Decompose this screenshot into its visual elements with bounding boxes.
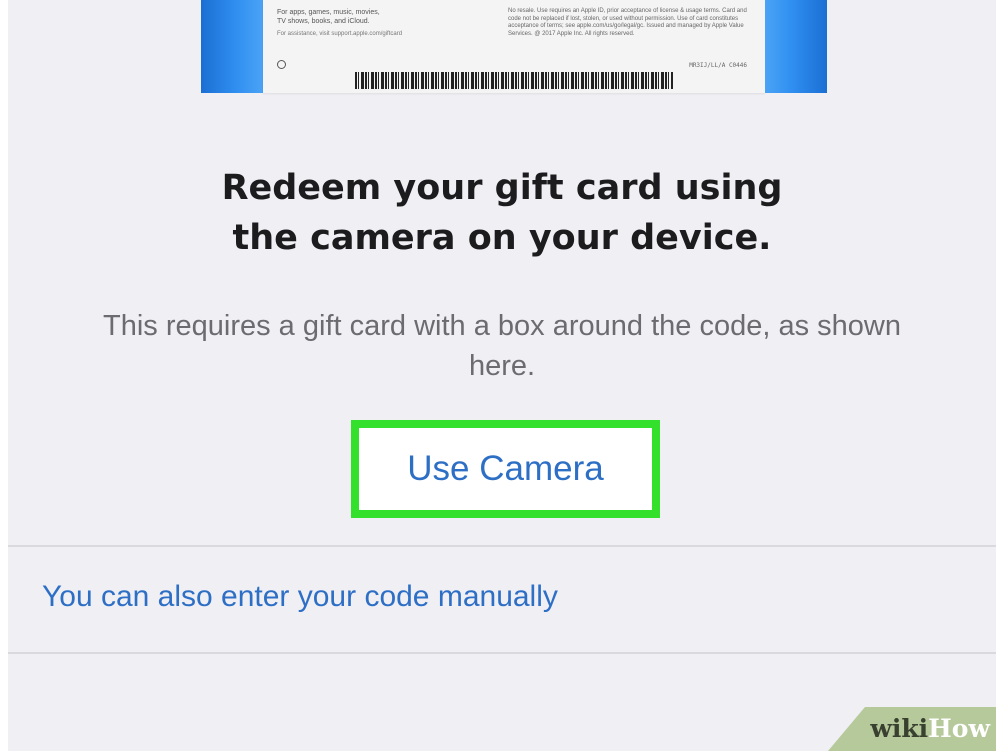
watermark-how: How (928, 714, 990, 743)
card-serial: MR3IJ/LL/A C0446 (689, 62, 747, 69)
card-back: For apps, games, music, movies, TV shows… (263, 0, 765, 93)
card-stripe-left (201, 0, 263, 93)
card-line: For apps, games, music, movies, (277, 9, 380, 16)
app-screen: For apps, games, music, movies, TV shows… (8, 0, 996, 751)
page-title-line: the camera on your device. (232, 218, 772, 258)
card-terms: No resale. Use requires an Apple ID, pri… (508, 8, 747, 37)
gift-card-illustration: For apps, games, music, movies, TV shows… (201, 0, 827, 93)
instruction-text: This requires a gift card with a box aro… (103, 310, 901, 382)
divider (8, 652, 996, 654)
use-camera-label: Use Camera (407, 449, 604, 488)
wikihow-watermark: wikiHow (828, 707, 996, 751)
page-title: Redeem your gift card using the camera o… (8, 163, 996, 263)
card-line: TV shows, books, and iCloud. (277, 18, 370, 25)
card-stripe-right (765, 0, 827, 93)
page-title-line: Redeem your gift card using (221, 168, 783, 208)
card-assistance: For assistance, visit support.apple.com/… (277, 31, 403, 37)
card-description: For apps, games, music, movies, TV shows… (277, 8, 462, 39)
recycle-icon (277, 60, 286, 69)
enter-code-manually-link[interactable]: You can also enter your code manually (42, 580, 558, 614)
barcode-icon (355, 72, 673, 89)
use-camera-button[interactable]: Use Camera (351, 420, 660, 518)
divider (8, 545, 996, 547)
watermark-wiki: wiki (870, 714, 929, 743)
watermark-logo: wikiHow (870, 713, 990, 745)
